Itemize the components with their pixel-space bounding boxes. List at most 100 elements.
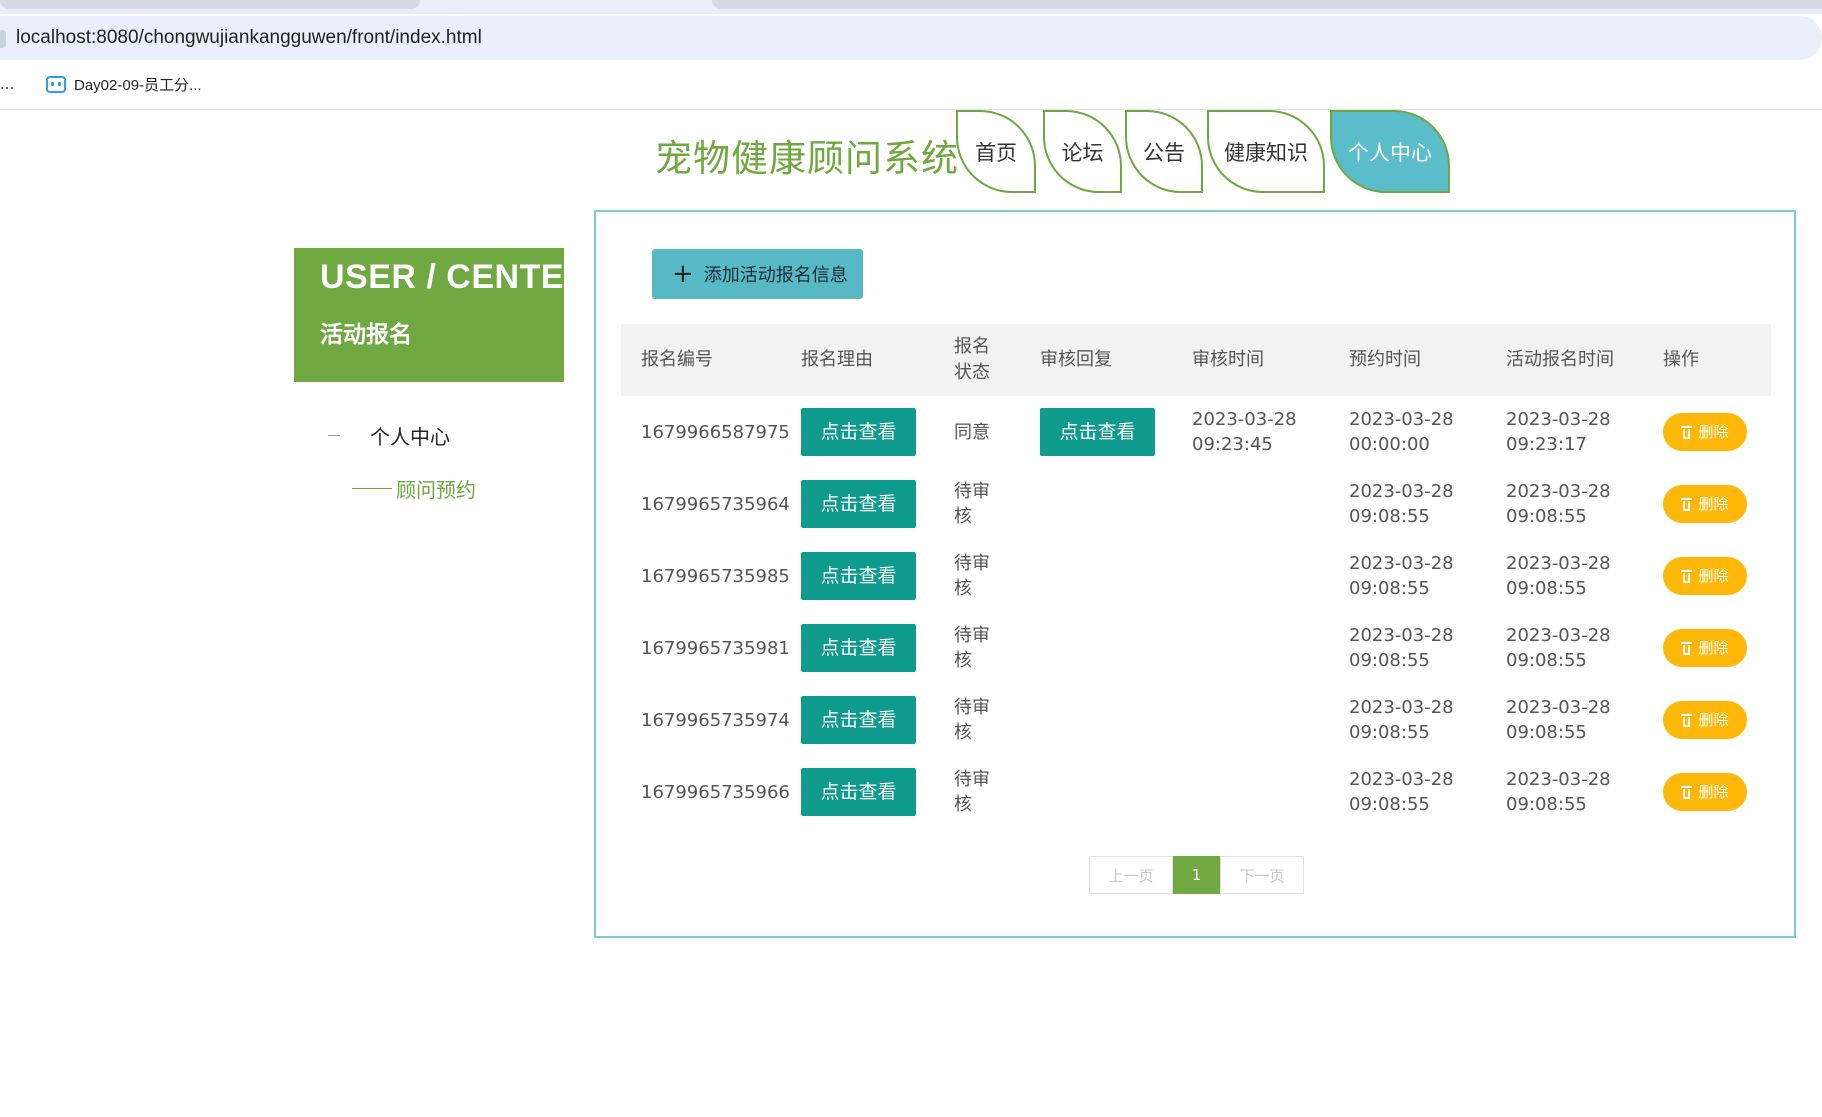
bookmark-label: Day02-09-员工分... <box>74 77 202 94</box>
signup-id-cell: 1679966587975 <box>621 396 790 468</box>
browser-tab[interactable] <box>0 0 420 9</box>
sidebar-item-consultant-booking[interactable]: 顾问预约 <box>352 474 476 503</box>
reply-cell <box>1020 540 1172 612</box>
delete-button[interactable]: 删除 <box>1663 701 1747 739</box>
reason-cell: 点击查看 <box>781 756 934 828</box>
reply-cell <box>1020 684 1172 756</box>
page-number-button[interactable]: 1 <box>1173 856 1220 894</box>
appoint-time-cell: 2023-03-28 09:08:55 <box>1329 684 1486 756</box>
delete-button[interactable]: 删除 <box>1663 629 1747 667</box>
user-center-subtitle: 活动报名 <box>320 322 412 348</box>
reply-cell <box>1020 612 1172 684</box>
nav-label: 公告 <box>1143 140 1185 165</box>
sidebar-dash <box>328 435 340 436</box>
view-reason-button[interactable]: 点击查看 <box>801 408 916 456</box>
view-reason-button[interactable]: 点击查看 <box>801 480 916 528</box>
add-signup-label: 添加活动报名信息 <box>703 265 848 286</box>
sidebar-sub-label: 顾问预约 <box>396 478 476 502</box>
bookmarks-overflow[interactable]: ... <box>0 75 14 93</box>
signup-time: 2023-03-28 09:08:55 <box>1506 481 1611 527</box>
trash-icon <box>1681 641 1693 655</box>
signup-time-cell: 2023-03-28 09:08:55 <box>1486 684 1643 756</box>
address-bar[interactable]: localhost:8080/chongwujiankangguwen/fron… <box>0 16 1822 60</box>
table-row: 1679966587975 点击查看 同意 点击查看 2023-03-28 09:23:… <box>621 396 1771 468</box>
nav-label: 首页 <box>975 140 1017 165</box>
view-reply-button[interactable]: 点击查看 <box>1040 408 1155 456</box>
delete-label: 删除 <box>1698 638 1729 657</box>
signup-time: 2023-03-28 09:08:55 <box>1506 553 1611 599</box>
nav-user-center[interactable]: 个人中心 <box>1330 110 1450 193</box>
view-reason-button[interactable]: 点击查看 <box>801 696 916 744</box>
prev-page-button[interactable]: 上一页 <box>1089 856 1173 894</box>
appoint-time-cell: 2023-03-28 00:00:00 <box>1329 396 1486 468</box>
action-cell: 删除 <box>1643 684 1771 756</box>
url-text[interactable]: localhost:8080/chongwujiankangguwen/fron… <box>16 27 482 49</box>
column-header: 审核时间 <box>1172 324 1329 396</box>
appoint-time: 2023-03-28 00:00:00 <box>1349 409 1454 455</box>
appoint-time-cell: 2023-03-28 09:08:55 <box>1329 468 1486 540</box>
nav-label: 个人中心 <box>1348 140 1432 165</box>
user-center-title: USER / CENTER <box>320 258 590 296</box>
browser-tab[interactable] <box>712 0 1822 9</box>
action-cell: 删除 <box>1643 540 1771 612</box>
review-time-cell <box>1172 540 1329 612</box>
delete-button[interactable]: 删除 <box>1663 413 1747 451</box>
nav-notice[interactable]: 公告 <box>1125 110 1203 193</box>
review-time-cell <box>1172 612 1329 684</box>
trash-icon <box>1681 713 1693 727</box>
signup-id: 1679965735985 <box>641 565 790 587</box>
action-cell: 删除 <box>1643 612 1771 684</box>
status-text: 待审 核 <box>954 481 990 527</box>
bookmark-item[interactable]: Day02-09-员工分... <box>46 74 202 95</box>
signup-id-cell: 1679965735981 <box>621 612 790 684</box>
status-cell: 待审 核 <box>934 684 1020 756</box>
next-page-button[interactable]: 下一页 <box>1220 856 1304 894</box>
review-time-cell <box>1172 756 1329 828</box>
column-header: 审核回复 <box>1020 324 1172 396</box>
review-time: 2023-03-28 09:23:45 <box>1192 409 1297 455</box>
table-body: 1679966587975 点击查看 同意 点击查看 2023-03-28 09:23:… <box>621 396 1771 828</box>
nav-home[interactable]: 首页 <box>956 110 1036 193</box>
nav-label: 健康知识 <box>1224 140 1308 165</box>
status-cell: 待审 核 <box>934 468 1020 540</box>
signup-time-cell: 2023-03-28 09:08:55 <box>1486 756 1643 828</box>
signup-time-cell: 2023-03-28 09:23:17 <box>1486 396 1643 468</box>
signup-table: 报名编号 报名理由 报名 状态 审核回复 审核时间 预约时间 活动报名时间 操作… <box>621 324 1771 828</box>
main-panel: + 添加活动报名信息 报名编号 报名理由 报名 状态 审核回复 审核时间 预约时… <box>594 210 1796 938</box>
reason-cell: 点击查看 <box>781 468 934 540</box>
nav-health-knowledge[interactable]: 健康知识 <box>1207 110 1325 193</box>
delete-label: 删除 <box>1698 782 1729 801</box>
reason-cell: 点击查看 <box>781 396 934 468</box>
appoint-time: 2023-03-28 09:08:55 <box>1349 553 1454 599</box>
status-text: 待审 核 <box>954 625 990 671</box>
delete-button[interactable]: 删除 <box>1663 773 1747 811</box>
reply-cell <box>1020 756 1172 828</box>
appoint-time: 2023-03-28 09:08:55 <box>1349 697 1454 743</box>
status-cell: 待审 核 <box>934 612 1020 684</box>
trash-icon <box>1681 425 1693 439</box>
delete-button[interactable]: 删除 <box>1663 485 1747 523</box>
view-reason-button[interactable]: 点击查看 <box>801 768 916 816</box>
signup-id: 1679965735966 <box>641 781 790 803</box>
delete-button[interactable]: 删除 <box>1663 557 1747 595</box>
table-header-row: 报名编号 报名理由 报名 状态 审核回复 审核时间 预约时间 活动报名时间 操作 <box>621 324 1771 396</box>
nav-forum[interactable]: 论坛 <box>1043 110 1122 193</box>
status-cell: 待审 核 <box>934 756 1020 828</box>
status-cell: 待审 核 <box>934 540 1020 612</box>
column-header: 操作 <box>1643 324 1771 396</box>
signup-id: 1679965735981 <box>641 637 790 659</box>
sidebar-item-user-center[interactable]: 个人中心 <box>328 421 450 450</box>
add-signup-button[interactable]: + 添加活动报名信息 <box>652 249 863 299</box>
signup-time: 2023-03-28 09:23:17 <box>1506 409 1611 455</box>
view-reason-button[interactable]: 点击查看 <box>801 624 916 672</box>
appoint-time: 2023-03-28 09:08:55 <box>1349 625 1454 671</box>
plus-icon: + <box>672 259 694 289</box>
view-reason-button[interactable]: 点击查看 <box>801 552 916 600</box>
delete-label: 删除 <box>1698 566 1729 585</box>
browser-tabstrip <box>0 0 1822 14</box>
reply-cell: 点击查看 <box>1020 396 1172 468</box>
reply-cell <box>1020 468 1172 540</box>
action-cell: 删除 <box>1643 396 1771 468</box>
signup-time-cell: 2023-03-28 09:08:55 <box>1486 612 1643 684</box>
sidebar-line <box>352 488 392 489</box>
